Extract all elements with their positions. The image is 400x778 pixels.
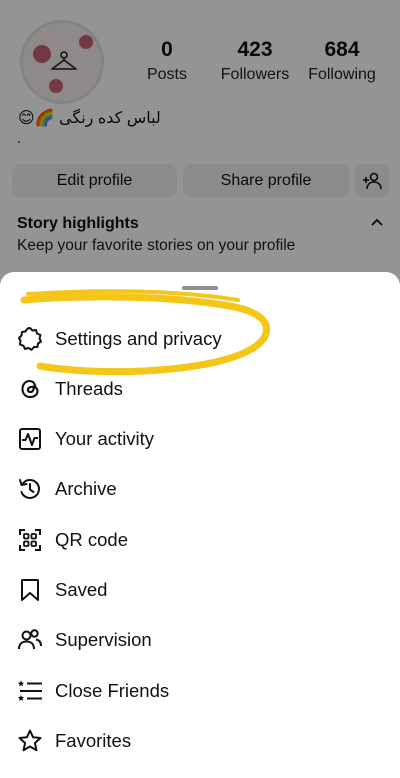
bookmark-icon <box>21 579 39 601</box>
menu-item-your-activity[interactable]: Your activity <box>0 414 400 464</box>
menu-item-label: Your activity <box>55 428 155 449</box>
qr-code-icon <box>19 529 41 551</box>
activity-icon <box>19 428 41 450</box>
supervision-icon <box>18 629 42 650</box>
menu-item-label: QR code <box>55 529 129 550</box>
menu-item-close-friends[interactable]: Close Friends <box>0 666 400 716</box>
options-bottom-sheet: Settings and privacy Threads Your activi… <box>0 272 400 778</box>
archive-icon <box>19 479 40 499</box>
menu-item-label: Supervision <box>55 629 152 650</box>
menu-item-favorites[interactable]: Favorites <box>0 716 400 766</box>
menu-item-label: Settings and privacy <box>55 328 222 349</box>
menu-item-supervision[interactable]: Supervision <box>0 615 400 665</box>
menu-item-settings[interactable]: Settings and privacy <box>0 314 400 364</box>
sheet-drag-handle[interactable] <box>182 286 218 290</box>
menu-item-threads[interactable]: Threads <box>0 364 400 414</box>
menu-item-label: Archive <box>55 478 117 499</box>
gear-icon <box>18 327 42 351</box>
close-friends-icon <box>18 680 42 701</box>
menu-item-saved[interactable]: Saved <box>0 565 400 615</box>
star-icon <box>18 729 42 752</box>
menu-item-qr-code[interactable]: QR code <box>0 515 400 565</box>
menu-item-label: Favorites <box>55 730 132 751</box>
menu-item-label: Saved <box>55 579 108 600</box>
menu-item-label: Close Friends <box>55 680 170 701</box>
threads-icon <box>21 379 39 399</box>
menu-item-label: Threads <box>55 378 123 399</box>
menu-item-archive[interactable]: Archive <box>0 464 400 514</box>
